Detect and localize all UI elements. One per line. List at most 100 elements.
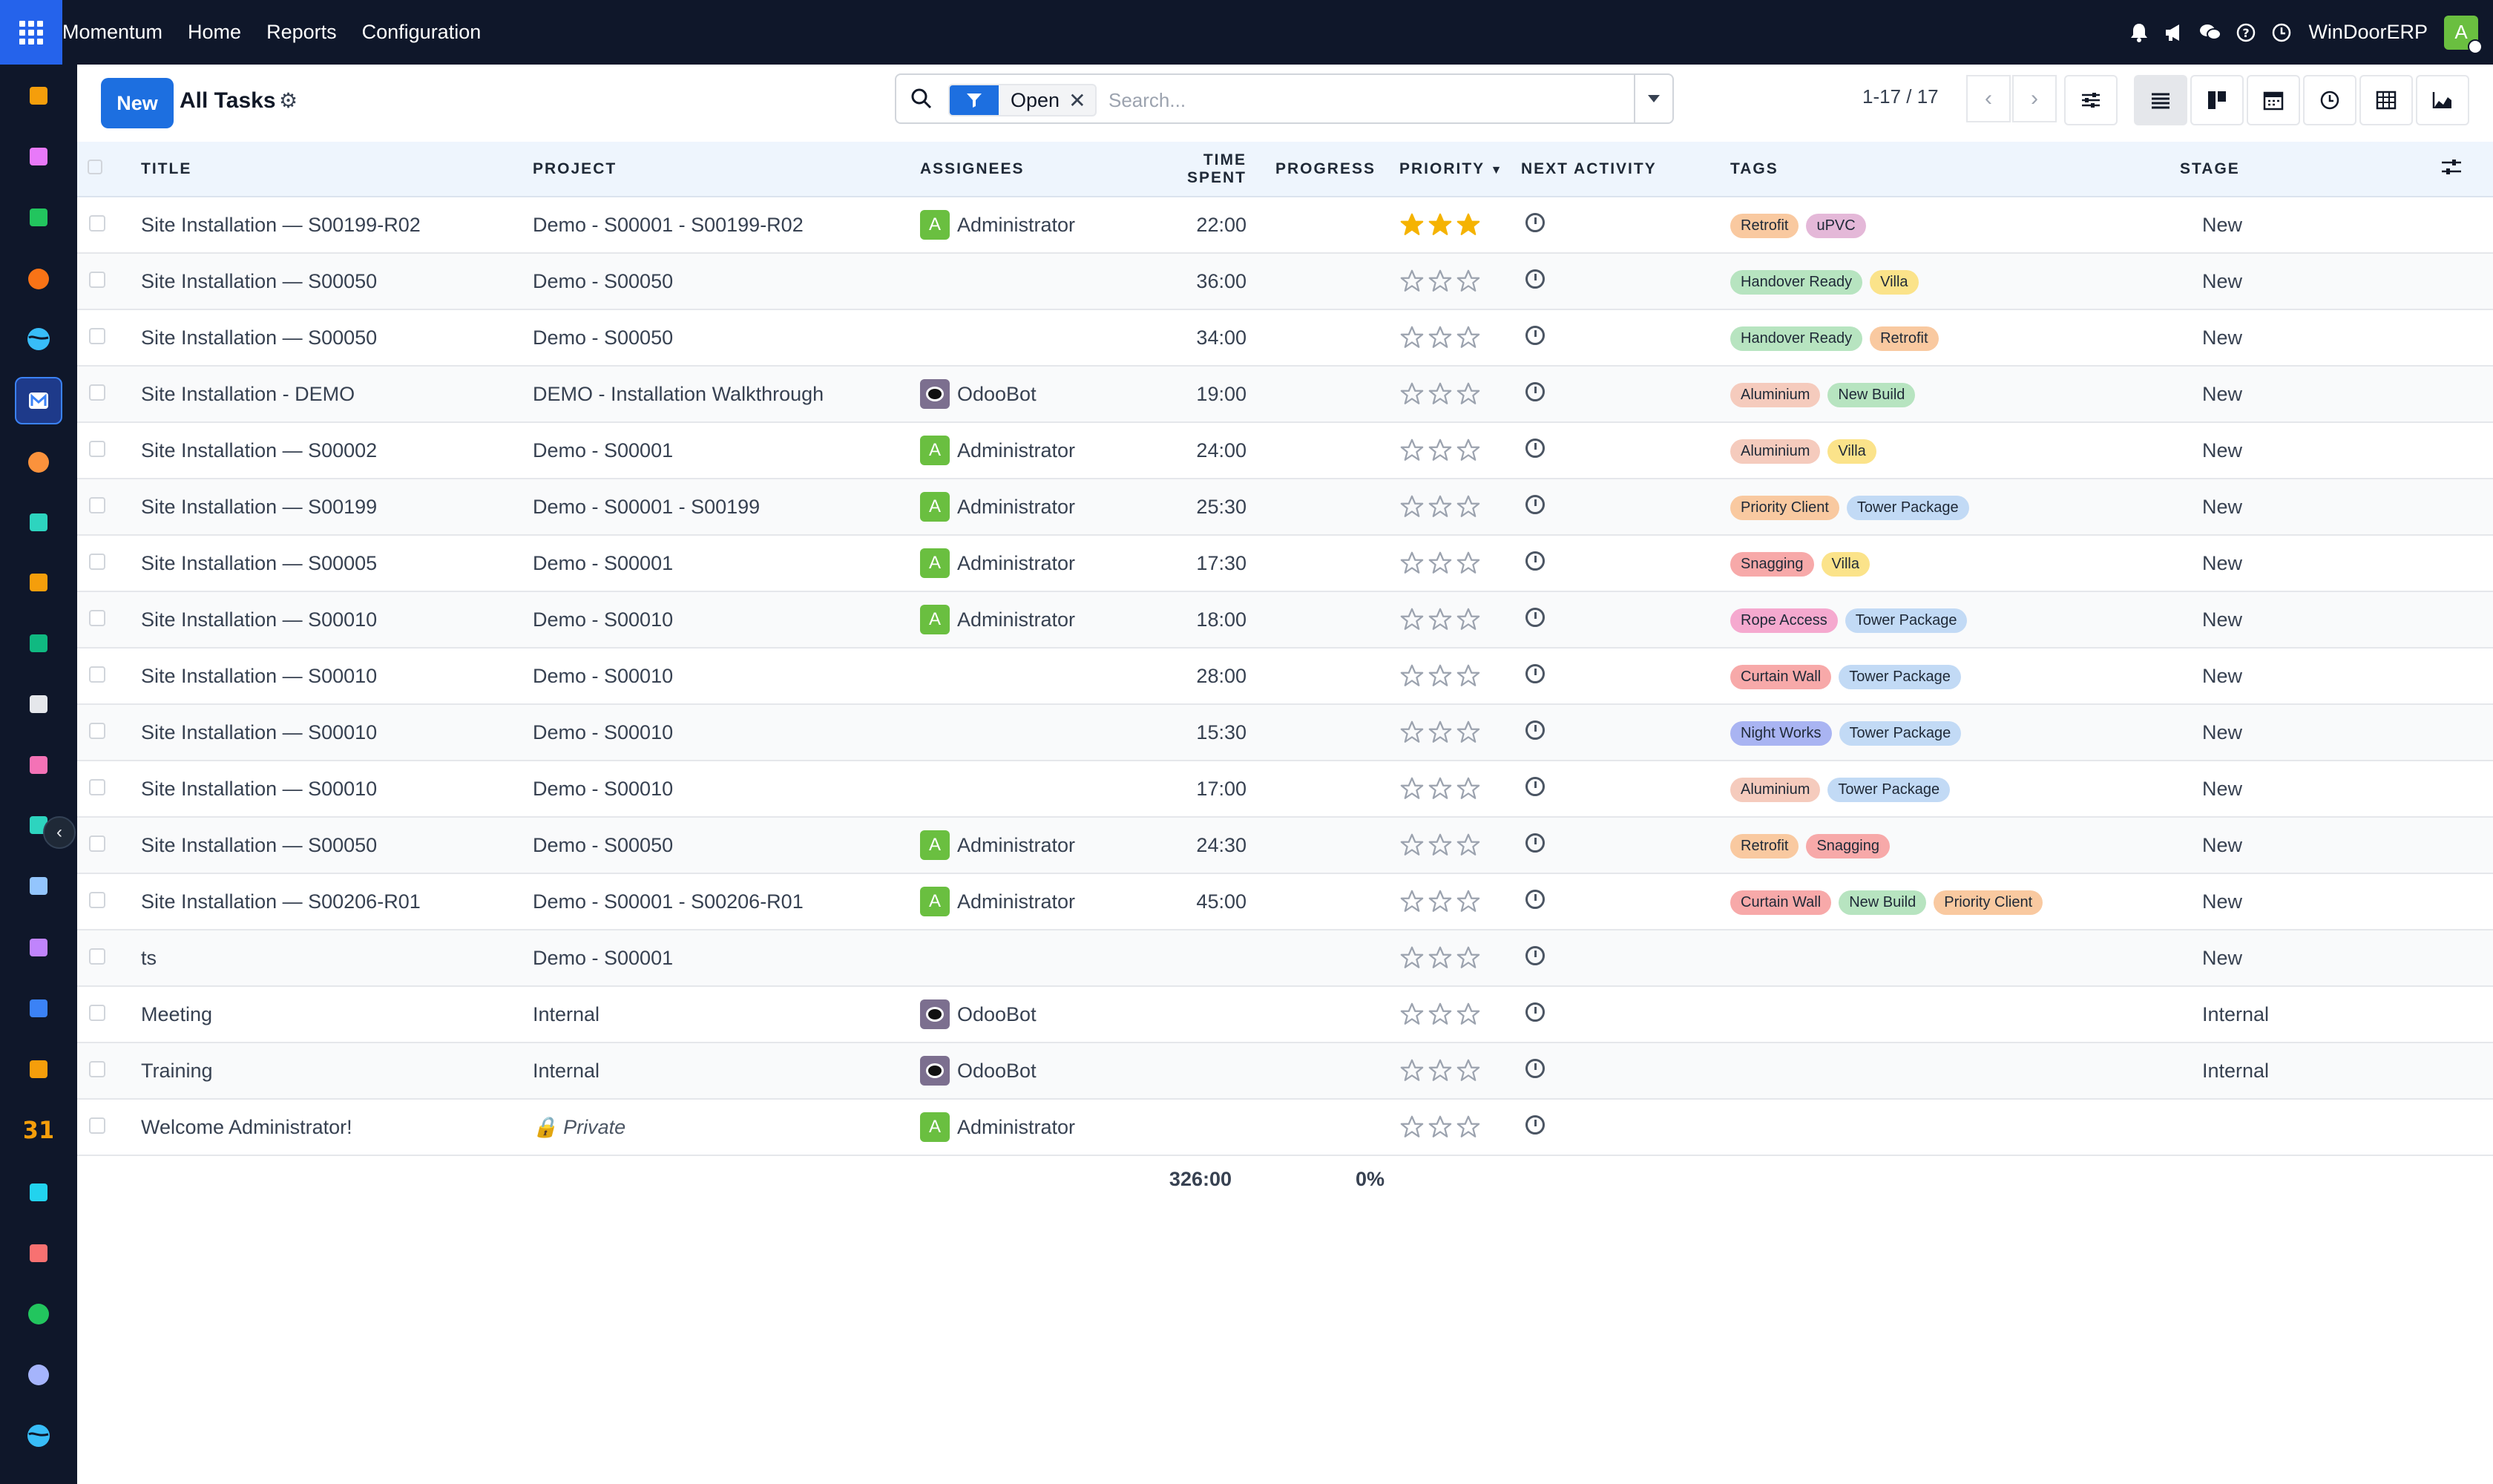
next-activity[interactable] [1521,253,1720,310]
next-activity[interactable] [1521,422,1720,479]
row-checkbox[interactable] [77,704,141,761]
star-icon[interactable] [1456,269,1481,294]
table-row[interactable]: Site Installation — S00050 Demo - S00050 A… [77,817,2493,874]
dock-app-11[interactable] [15,680,62,728]
task-assignees[interactable]: A Administrator [920,422,1143,479]
clock-icon[interactable] [1525,551,1545,571]
task-title[interactable]: Site Installation — S00005 [141,535,533,592]
task-title[interactable]: Site Installation — S00050 [141,253,533,310]
star-icon[interactable] [1399,833,1425,858]
pager-previous-button[interactable]: ‹ [1966,75,2011,122]
close-icon[interactable]: ✕ [1068,88,1094,113]
priority-stars[interactable] [1392,479,1521,536]
table-row[interactable]: Site Installation — S00010 Demo - S00010 1… [77,761,2493,818]
calendar-view-button[interactable] [2247,75,2300,125]
task-project[interactable]: Demo - S00001 - S00199-R02 [533,197,920,254]
pivot-view-button[interactable] [2359,75,2413,125]
assignee[interactable]: OdooBot [920,379,1143,409]
assignee[interactable]: OdooBot [920,999,1143,1029]
clock-icon[interactable] [2264,15,2299,50]
task-title[interactable]: Site Installation — S00002 [141,422,533,479]
task-title[interactable]: Site Installation — S00206-R01 [141,873,533,930]
menu-home[interactable]: Home [188,21,241,44]
task-assignees[interactable]: A Administrator [920,817,1143,874]
table-row[interactable]: Site Installation — S00002 Demo - S00001 A… [77,422,2493,479]
next-activity[interactable] [1521,648,1720,705]
row-checkbox[interactable] [77,1099,141,1156]
star-icon[interactable] [1399,438,1425,463]
dock-app-18[interactable]: 31 [15,1107,62,1155]
star-icon[interactable] [1456,551,1481,576]
star-icon[interactable] [1456,438,1481,463]
star-icon[interactable] [1428,269,1453,294]
table-row[interactable]: Site Installation — S00199 Demo - S00001 … [77,479,2493,536]
task-project[interactable]: Demo - S00001 [533,930,920,987]
star-icon[interactable] [1428,381,1453,407]
star-icon[interactable] [1399,945,1425,971]
star-icon[interactable] [1399,325,1425,350]
task-title[interactable]: Site Installation — S00010 [141,648,533,705]
clock-icon[interactable] [1525,663,1545,683]
new-button[interactable]: New [101,78,174,128]
task-project[interactable]: Demo - S00001 - S00199 [533,479,920,536]
bell-icon[interactable] [2121,15,2157,50]
row-checkbox[interactable] [77,197,141,254]
task-project[interactable]: Internal [533,1043,920,1100]
priority-stars[interactable] [1392,197,1521,254]
row-checkbox[interactable] [77,591,141,649]
table-row[interactable]: Site Installation — S00010 Demo - S00010 1… [77,704,2493,761]
next-activity[interactable] [1521,873,1720,930]
dock-app-22[interactable] [15,1351,62,1399]
dock-app-10[interactable] [15,620,62,667]
dock-app-9[interactable] [15,559,62,606]
search-options-toggle[interactable] [1634,75,1672,122]
task-assignees[interactable]: A Administrator [920,479,1143,536]
star-icon[interactable] [1456,1002,1481,1027]
megaphone-icon[interactable] [2157,15,2193,50]
dock-app-3[interactable] [15,194,62,241]
priority-stars[interactable] [1392,535,1521,592]
star-icon[interactable] [1399,1114,1425,1140]
next-activity[interactable] [1521,704,1720,761]
clock-icon[interactable] [1525,438,1545,458]
star-icon[interactable] [1428,833,1453,858]
priority-stars[interactable] [1392,873,1521,930]
table-row[interactable]: Site Installation — S00199-R02 Demo - S00… [77,197,2493,254]
task-title[interactable]: Site Installation — S00010 [141,591,533,649]
clock-icon[interactable] [1525,945,1545,965]
row-checkbox[interactable] [77,366,141,423]
star-icon[interactable] [1399,551,1425,576]
task-project[interactable]: 🔒 Private [533,1099,920,1156]
star-icon[interactable] [1428,1058,1453,1083]
assignee[interactable]: A Administrator [920,210,1143,240]
graph-view-button[interactable] [2416,75,2469,125]
star-icon[interactable] [1428,494,1453,519]
dock-app-7[interactable] [15,439,62,486]
assignee[interactable]: A Administrator [920,887,1143,916]
task-assignees[interactable]: A Administrator [920,591,1143,649]
row-checkbox[interactable] [77,873,141,930]
task-title[interactable]: Site Installation — S00199 [141,479,533,536]
task-assignees[interactable]: A Administrator [920,873,1143,930]
task-project[interactable]: Demo - S00010 [533,648,920,705]
task-project[interactable]: Demo - S00001 [533,422,920,479]
task-assignees[interactable]: OdooBot [920,1043,1143,1100]
star-icon[interactable] [1456,720,1481,745]
task-project[interactable]: Demo - S00050 [533,817,920,874]
row-checkbox[interactable] [77,535,141,592]
star-icon[interactable] [1456,607,1481,632]
task-assignees[interactable]: A Administrator [920,1099,1143,1156]
star-icon[interactable] [1456,1114,1481,1140]
dock-app-19[interactable] [15,1169,62,1216]
task-project[interactable]: Internal [533,986,920,1043]
priority-stars[interactable] [1392,930,1521,987]
star-icon[interactable] [1456,776,1481,801]
clock-icon[interactable] [1525,381,1545,401]
chat-icon[interactable] [2193,15,2228,50]
clock-icon[interactable] [1525,269,1545,289]
table-row[interactable]: Welcome Administrator! 🔒 Private A Administ… [77,1099,2493,1156]
dock-app-6[interactable] [15,377,62,424]
next-activity[interactable] [1521,479,1720,536]
star-icon[interactable] [1399,269,1425,294]
dock-app-2[interactable] [15,133,62,180]
